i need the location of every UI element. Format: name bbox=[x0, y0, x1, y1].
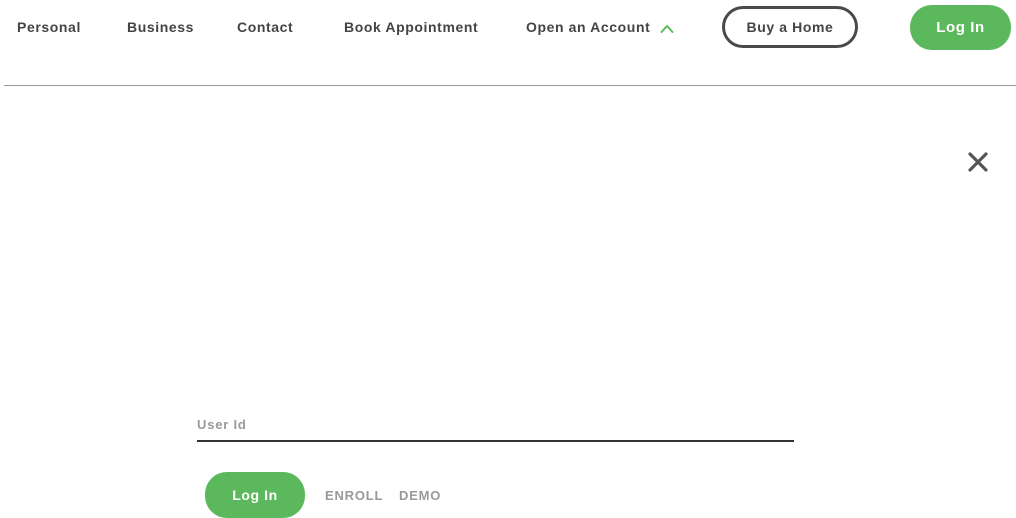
user-id-field bbox=[197, 410, 794, 442]
nav-link-contact[interactable]: Contact bbox=[237, 19, 293, 35]
login-submit-button[interactable]: Log In bbox=[205, 472, 305, 518]
nav-open-account-toggle[interactable]: Open an Account bbox=[526, 19, 674, 35]
buy-a-home-button[interactable]: Buy a Home bbox=[722, 6, 858, 48]
nav-open-account-label: Open an Account bbox=[526, 19, 651, 35]
chevron-up-icon bbox=[660, 22, 674, 36]
header-divider bbox=[4, 85, 1016, 86]
close-icon[interactable] bbox=[966, 150, 990, 174]
nav-link-personal[interactable]: Personal bbox=[17, 19, 81, 35]
top-navigation: Personal Business Contact Book Appointme… bbox=[0, 0, 1016, 56]
nav-link-book-appointment[interactable]: Book Appointment bbox=[344, 19, 478, 35]
demo-link[interactable]: DEMO bbox=[399, 488, 441, 503]
user-id-input[interactable] bbox=[197, 410, 794, 438]
header-login-button[interactable]: Log In bbox=[910, 5, 1011, 50]
nav-link-business[interactable]: Business bbox=[127, 19, 194, 35]
enroll-link[interactable]: ENROLL bbox=[325, 488, 383, 503]
